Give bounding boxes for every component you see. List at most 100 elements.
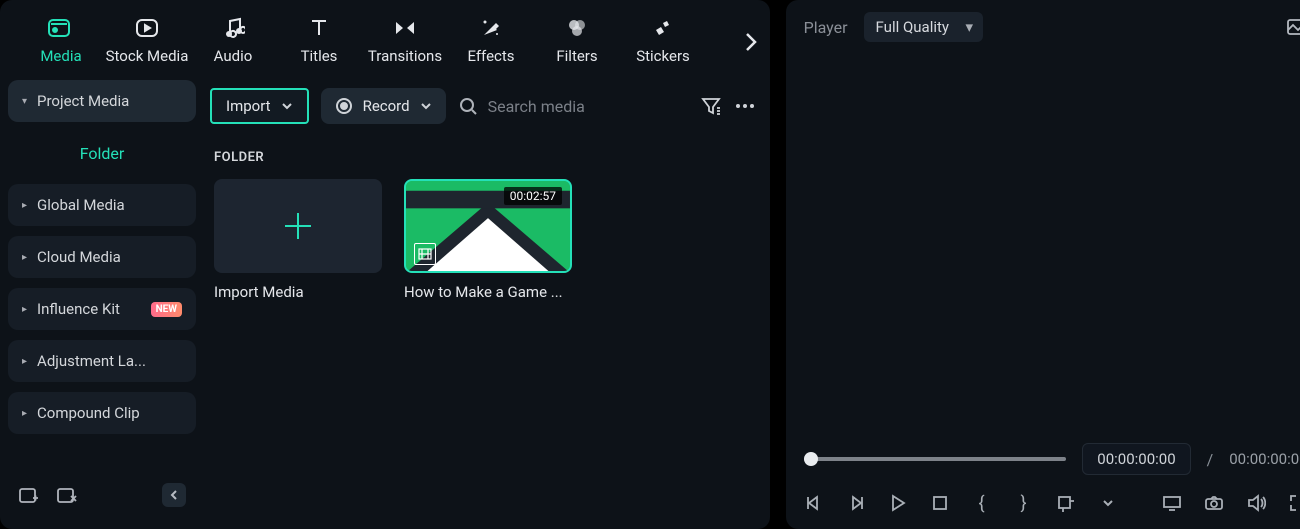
volume-icon[interactable] — [1246, 493, 1266, 513]
collapse-icon: ▾ — [22, 96, 27, 107]
chevron-down-icon — [281, 101, 293, 111]
mark-out-icon[interactable]: } — [1014, 493, 1034, 513]
display-icon[interactable] — [1162, 493, 1182, 513]
time-separator: / — [1207, 450, 1214, 469]
media-clip-card: 00:02:57 How to Make a Game ... — [404, 179, 572, 301]
chevron-down-icon — [420, 101, 432, 111]
import-media-card: Import Media — [214, 179, 382, 301]
new-badge: NEW — [151, 302, 182, 317]
clip-duration: 00:02:57 — [504, 187, 562, 205]
tab-label: Filters — [556, 47, 597, 65]
tab-label: Media — [40, 47, 81, 65]
delete-bin-icon[interactable] — [56, 485, 78, 505]
player-timebar: 00:00:00:00 / 00:00:00:00 — [786, 443, 1300, 483]
tab-label: Transitions — [368, 47, 442, 65]
search-input[interactable] — [488, 97, 688, 116]
sidebar-item-folder[interactable]: Folder — [8, 132, 196, 174]
player-label: Player — [804, 18, 848, 37]
audio-icon — [221, 15, 245, 41]
fullscreen-icon[interactable] — [1288, 493, 1300, 513]
record-button[interactable]: Record — [321, 88, 446, 124]
transitions-icon — [392, 15, 418, 41]
tab-label: Titles — [301, 47, 338, 65]
section-title-folder: FOLDER — [210, 132, 756, 179]
media-panel: Media Stock Media Audio Titles Transitio… — [0, 0, 770, 529]
sidebar-item-label: Global Media — [37, 196, 125, 214]
sidebar-item-project-media[interactable]: ▾ Project Media — [8, 80, 196, 122]
sidebar-item-compound-clip[interactable]: ▸ Compound Clip — [8, 392, 196, 434]
playhead-slider[interactable] — [804, 457, 1067, 461]
stickers-icon — [651, 15, 675, 41]
clip-type-icon — [414, 243, 436, 265]
record-label: Record — [363, 97, 410, 115]
sidebar-item-global-media[interactable]: ▸ Global Media — [8, 184, 196, 226]
chevron-down-icon[interactable] — [1098, 493, 1118, 513]
titles-icon — [307, 15, 331, 41]
tab-label: Audio — [214, 47, 253, 65]
sidebar-item-label: Cloud Media — [37, 248, 121, 266]
filter-icon[interactable] — [700, 96, 722, 116]
expand-icon: ▸ — [22, 200, 27, 211]
tab-label: Effects — [467, 47, 514, 65]
player-controls: { } — [786, 483, 1300, 529]
snapshot-icon[interactable] — [1286, 18, 1300, 36]
total-timecode: 00:00:00:00 — [1229, 450, 1300, 468]
tab-audio[interactable]: Audio — [190, 15, 276, 65]
tab-label: Stock Media — [106, 47, 189, 65]
sidebar-item-label: Adjustment La... — [37, 352, 146, 370]
media-cards: Import Media 00:02:57 — [210, 179, 756, 301]
tab-stickers[interactable]: Stickers — [620, 15, 706, 65]
playhead-knob[interactable] — [804, 452, 818, 466]
effects-icon — [479, 15, 503, 41]
expand-icon: ▸ — [22, 408, 27, 419]
media-clip-thumbnail[interactable]: 00:02:57 — [404, 179, 572, 273]
sidebar-item-label: Project Media — [37, 92, 129, 110]
stop-icon[interactable] — [930, 493, 950, 513]
sidebar-item-influence-kit[interactable]: ▸ Influence Kit NEW — [8, 288, 196, 330]
card-label: Import Media — [214, 283, 382, 301]
sidebar-item-cloud-media[interactable]: ▸ Cloud Media — [8, 236, 196, 278]
tab-media[interactable]: Media — [18, 15, 104, 65]
filters-icon — [565, 15, 589, 41]
tabs-scroll-right-icon[interactable] — [744, 30, 758, 54]
expand-icon: ▸ — [22, 252, 27, 263]
player-panel: Player Full Quality 00:00:00:00 / 00:00:… — [786, 0, 1300, 529]
sidebar-item-label: Folder — [80, 144, 125, 163]
stock-media-icon — [134, 15, 160, 41]
crop-icon[interactable] — [1056, 493, 1076, 513]
more-icon[interactable] — [734, 102, 756, 110]
tab-stock-media[interactable]: Stock Media — [104, 15, 190, 65]
sidebar-item-label: Compound Clip — [37, 404, 140, 422]
media-icon — [47, 15, 75, 41]
player-viewport — [786, 54, 1300, 443]
search-media[interactable] — [458, 96, 688, 116]
sidebar-item-label: Influence Kit — [37, 300, 120, 318]
import-button[interactable]: Import — [210, 88, 309, 124]
media-sidebar: ▾ Project Media Folder ▸ Global Media ▸ … — [0, 72, 204, 529]
top-tabs: Media Stock Media Audio Titles Transitio… — [0, 0, 770, 72]
import-media-tile[interactable] — [214, 179, 382, 273]
media-toolbar: Import Record — [210, 80, 756, 132]
import-label: Import — [226, 97, 271, 115]
collapse-sidebar-button[interactable] — [162, 483, 186, 507]
expand-icon: ▸ — [22, 304, 27, 315]
media-content: Import Record — [204, 72, 770, 529]
card-label: How to Make a Game ... — [404, 283, 572, 301]
play-icon[interactable] — [888, 493, 908, 513]
quality-select[interactable]: Full Quality — [864, 12, 983, 42]
expand-icon: ▸ — [22, 356, 27, 367]
sidebar-item-adjustment-layer[interactable]: ▸ Adjustment La... — [8, 340, 196, 382]
current-timecode[interactable]: 00:00:00:00 — [1082, 443, 1190, 475]
tab-effects[interactable]: Effects — [448, 15, 534, 65]
step-back-icon[interactable] — [804, 493, 824, 513]
search-icon — [458, 96, 478, 116]
tab-titles[interactable]: Titles — [276, 15, 362, 65]
mark-in-icon[interactable]: { — [972, 493, 992, 513]
new-bin-icon[interactable] — [18, 485, 40, 505]
tab-filters[interactable]: Filters — [534, 15, 620, 65]
camera-icon[interactable] — [1204, 493, 1224, 513]
step-forward-icon[interactable] — [846, 493, 866, 513]
tab-transitions[interactable]: Transitions — [362, 15, 448, 65]
sidebar-bottom-tools — [8, 475, 196, 521]
record-icon — [335, 97, 353, 115]
